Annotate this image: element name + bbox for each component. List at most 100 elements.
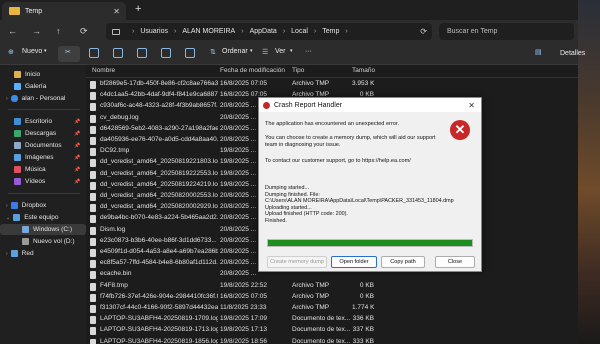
- details-icon: ▤: [535, 49, 542, 56]
- file-row[interactable]: bf2869e5-17db-450f-8e86-cf2c8ae766a3.tmp…: [86, 79, 578, 91]
- open-folder-button[interactable]: Open folder: [331, 256, 377, 268]
- file-date: 16/8/2025 07:05: [220, 80, 267, 87]
- dialog-close-button[interactable]: Close: [435, 256, 475, 268]
- share-icon[interactable]: [161, 48, 171, 58]
- address-bar[interactable]: › Usuarios › ALAN MOREIRA › AppData › Lo…: [106, 23, 432, 40]
- breadcrumb-local[interactable]: Local: [291, 28, 308, 35]
- column-header-size[interactable]: Tamaño: [352, 67, 375, 74]
- error-message: The application has encountered an unexp…: [265, 121, 400, 127]
- file-icon: [90, 92, 96, 101]
- paste-icon[interactable]: [113, 48, 123, 58]
- breadcrumb-sep-icon: ›: [313, 28, 317, 35]
- file-icon: [90, 282, 96, 291]
- refresh-icon[interactable]: ⟳: [80, 26, 88, 37]
- sidebar-item-desktop[interactable]: Escritorio 📌: [0, 116, 86, 127]
- file-icon: [90, 137, 96, 145]
- dropbox-icon: [10, 202, 18, 209]
- search-placeholder: Buscar en Temp: [447, 28, 498, 35]
- dialog-title: Crash Report Handler: [274, 101, 343, 109]
- file-name: de9ba4bc-b070-4e83-a224-5b465aa2d2...: [100, 214, 218, 222]
- file-icon: [90, 204, 96, 213]
- sidebar-item-nuevo-vol-d[interactable]: Nuevo vol (D:): [0, 236, 86, 247]
- file-name: LAPTOP-SU3ABFH4-20250819-1709.log: [100, 315, 218, 323]
- delete-icon[interactable]: [185, 48, 195, 58]
- sidebar-item-home[interactable]: Inicio: [0, 69, 86, 80]
- file-row[interactable]: LAPTOP-SU3ABFH4-20250819-1856.log 19/8/20…: [86, 337, 578, 344]
- file-size: 0 KB: [359, 292, 374, 300]
- sort-button[interactable]: Ordenar: [222, 48, 248, 55]
- sidebar-item-gallery[interactable]: Galería: [0, 81, 86, 92]
- new-tab-button[interactable]: +: [135, 3, 141, 15]
- rename-icon[interactable]: [137, 48, 147, 58]
- sidebar-item-downloads[interactable]: Descargas 📌: [0, 128, 86, 139]
- breadcrumb-temp[interactable]: Temp: [322, 28, 339, 35]
- file-icon: [90, 271, 96, 280]
- file-date: 19/8/2025 17:09: [220, 315, 267, 323]
- file-date: 11/8/2025 23:33: [220, 304, 267, 311]
- sidebar-item-music[interactable]: Música 📌: [0, 164, 86, 175]
- forward-arrow-icon[interactable]: →: [32, 26, 41, 36]
- file-name: LAPTOP-SU3ABFH4-20250819-1713.log: [100, 326, 218, 334]
- copy-path-button[interactable]: Copy path: [381, 256, 425, 268]
- file-name: e4509f1d-d054-4a53-a8e4-a69b7ea286b...: [100, 248, 218, 255]
- file-row[interactable]: f74fb726-37ef-426e-904e-2984410fc36f.tmp…: [86, 292, 578, 304]
- file-row[interactable]: f31307cf-44c0-4166-90f2-5897d44432ea... 1…: [86, 303, 578, 315]
- details-button[interactable]: Detalles: [560, 50, 585, 57]
- file-row[interactable]: LAPTOP-SU3ABFH4-20250819-1709.log 19/8/20…: [86, 314, 578, 326]
- pin-icon: 📌: [74, 118, 81, 125]
- tab-temp[interactable]: Temp ✕: [2, 2, 126, 20]
- app-icon: [263, 101, 270, 109]
- file-name: c930af6c-ac48-4323-a28f-4f3b9ab8657f.tmp: [100, 102, 218, 110]
- file-type: Archivo TMP: [292, 304, 330, 311]
- sidebar-item-onedrive[interactable]: › alan - Personal: [0, 93, 86, 104]
- file-name: f31307cf-44c0-4166-90f2-5897d44432ea...: [100, 304, 218, 311]
- breadcrumb-user[interactable]: ALAN MOREIRA: [182, 28, 235, 35]
- file-icon: [90, 103, 96, 112]
- address-refresh-icon[interactable]: ⟳: [420, 27, 427, 36]
- file-name: bf2869e5-17db-450f-8e86-cf2c8ae766a3.tmp: [100, 80, 218, 87]
- file-icon: [90, 81, 96, 89]
- file-name: ecache.bin: [100, 270, 132, 278]
- file-size: 336 KB: [352, 315, 374, 323]
- view-button[interactable]: Ver: [275, 48, 286, 55]
- file-name: DC92.tmp: [100, 147, 130, 155]
- file-date: 19/8/2025 22:52: [220, 281, 267, 289]
- sidebar-item-documents[interactable]: Documentos 📌: [0, 140, 86, 151]
- up-arrow-icon[interactable]: ↑: [56, 26, 61, 36]
- pin-icon: 📌: [74, 154, 81, 161]
- search-input[interactable]: Buscar en Temp: [439, 23, 574, 40]
- dialog-title-bar: Crash Report Handler ✕: [259, 98, 481, 112]
- sidebar-item-dropbox[interactable]: › Dropbox: [0, 200, 86, 211]
- file-icon: [90, 293, 96, 302]
- file-icon: [90, 260, 96, 269]
- file-row[interactable]: F4F8.tmp 19/8/2025 22:52 Archivo TMP 0 KB: [86, 281, 578, 293]
- sidebar-item-pictures[interactable]: Imágenes 📌: [0, 152, 86, 163]
- folder-icon: [9, 7, 20, 15]
- column-header-type[interactable]: Tipo: [292, 67, 304, 74]
- crash-report-dialog: Crash Report Handler ✕ The application h…: [258, 97, 482, 272]
- sidebar-item-this-pc[interactable]: ⌄ Este equipo: [0, 212, 86, 223]
- chevron-right-icon: ›: [6, 250, 8, 257]
- chevron-down-icon: ▾: [44, 48, 47, 54]
- dump-log: Dumping started... Dumping finished. Fil…: [265, 185, 454, 224]
- more-options-button[interactable]: ···: [305, 48, 312, 55]
- dialog-close-icon[interactable]: ✕: [468, 101, 475, 110]
- column-header-date[interactable]: Fecha de modificación: [220, 67, 285, 74]
- tab-close-icon[interactable]: ✕: [113, 7, 120, 16]
- sidebar-item-windows-c[interactable]: Windows (C:): [0, 224, 86, 235]
- new-button[interactable]: Nuevo: [22, 48, 42, 55]
- sidebar-item-videos[interactable]: Vídeos 📌: [0, 176, 86, 187]
- back-arrow-icon[interactable]: ←: [8, 26, 17, 36]
- file-name: c4dc1aa5-42bb-4daf-9df4-f841e9ca6887.tmp: [100, 91, 218, 99]
- sidebar-item-label: Música: [25, 166, 46, 173]
- chevron-down-icon: ▾: [290, 48, 293, 54]
- dump-explanation: You can choose to create a memory dump, …: [265, 135, 436, 148]
- file-row[interactable]: LAPTOP-SU3ABFH4-20250819-1713.log 19/8/20…: [86, 325, 578, 337]
- download-icon: [14, 130, 21, 137]
- file-name: ec8f5a57-7ffd-4584-b4e8-6b80af1d112d...: [100, 259, 218, 267]
- breadcrumb-usuarios[interactable]: Usuarios: [140, 28, 168, 35]
- column-header-name[interactable]: Nombre: [92, 67, 115, 74]
- sidebar-item-network[interactable]: › Red: [0, 248, 86, 259]
- breadcrumb-appdata[interactable]: AppData: [250, 28, 277, 35]
- copy-icon[interactable]: [89, 48, 99, 58]
